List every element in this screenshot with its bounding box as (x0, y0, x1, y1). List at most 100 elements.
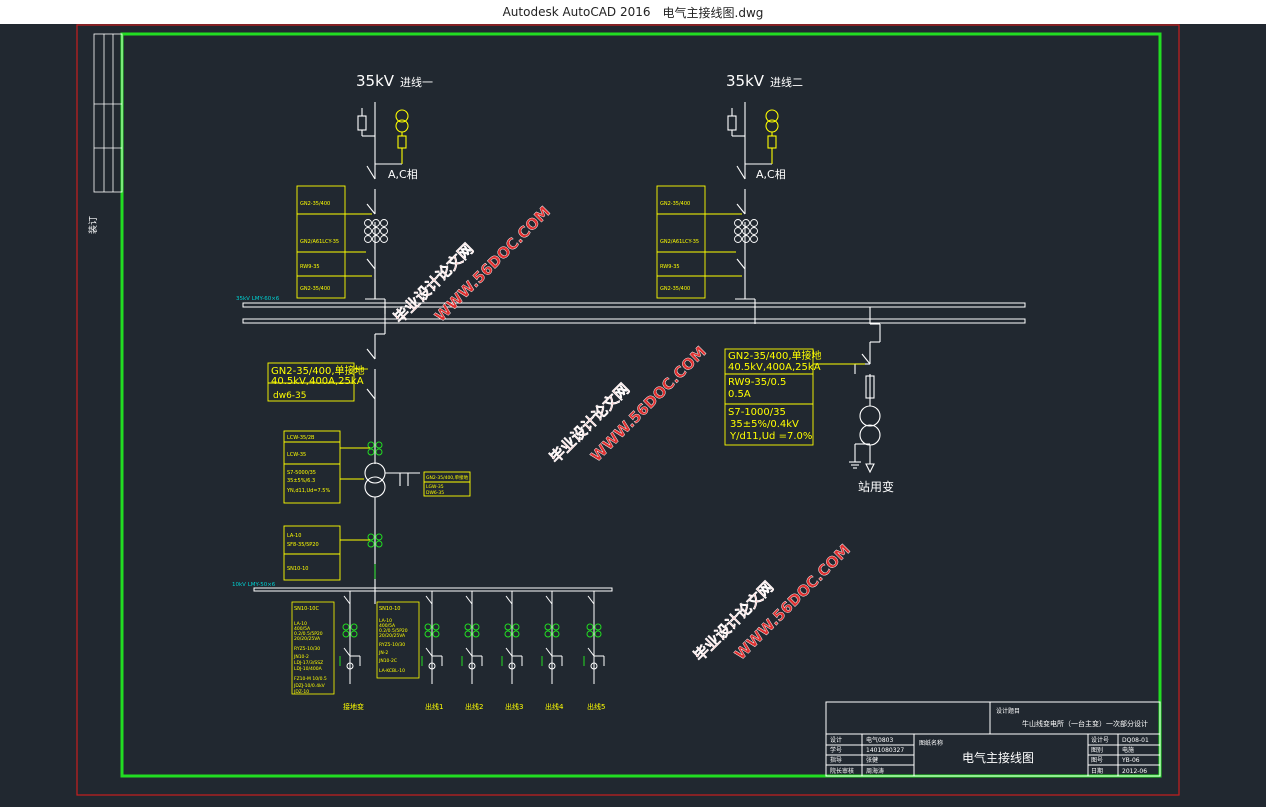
svg-text:LDJ-17/3/SSZ: LDJ-17/3/SSZ (294, 660, 323, 666)
svg-text:LCW-35: LCW-35 (287, 452, 306, 458)
svg-text:35±5%/0.4kV: 35±5%/0.4kV (730, 419, 799, 430)
svg-text:日期: 日期 (1091, 767, 1103, 775)
svg-text:学号: 学号 (830, 746, 842, 754)
svg-text:GN2/A61LCY-35: GN2/A61LCY-35 (300, 239, 339, 245)
drawing-name: 电气主接线图 (962, 750, 1034, 765)
svg-text:35±5%/6.3: 35±5%/6.3 (287, 478, 315, 484)
feeder-bay: 接地变 (339, 591, 364, 711)
feeder-bay: 出线5 (583, 591, 605, 711)
svg-text:GN2-35/400: GN2-35/400 (300, 286, 330, 292)
outer-sheet-border (76, 24, 1180, 796)
feeder-name: 接地变 (343, 702, 364, 711)
svg-text:RW9-35: RW9-35 (300, 264, 320, 270)
svg-text:电气0803: 电气0803 (866, 736, 893, 744)
svg-text:JDZJ-10/0.4kV: JDZJ-10/0.4kV (293, 683, 326, 689)
line1-phase: A,C相 (388, 168, 418, 181)
svg-text:RW9-35: RW9-35 (660, 264, 680, 270)
file-name: 电气主接线图.dwg (662, 5, 764, 20)
project-title: 牛山线变电所（一台主变）一次部分设计 (1022, 719, 1148, 728)
svg-text:院长审核: 院长审核 (830, 767, 854, 775)
svg-text:JN10-2C: JN10-2C (378, 658, 397, 664)
svg-text:GN2-35/400,单接地: GN2-35/400,单接地 (426, 474, 469, 481)
svg-text:Y/d11,Ud =7.0%: Y/d11,Ud =7.0% (729, 431, 812, 442)
svg-text:DQ08-01: DQ08-01 (1122, 737, 1149, 744)
feeder-name: 出线1 (425, 702, 443, 711)
svg-text:S7-5000/35: S7-5000/35 (287, 470, 316, 476)
station-transformer-name: 站用变 (858, 479, 894, 494)
svg-text:RYZ5-10/30: RYZ5-10/30 (294, 646, 320, 652)
bus35-label: 35kV LMY-60×6 (236, 296, 280, 302)
svg-text:指导: 指导 (830, 756, 842, 764)
svg-text:LGW-35: LGW-35 (426, 484, 444, 490)
svg-text:40.5kV,400A,25kA: 40.5kV,400A,25kA (271, 376, 364, 387)
line2-phase: A,C相 (756, 168, 786, 181)
svg-text:JDZ-10: JDZ-10 (293, 689, 309, 695)
svg-text:1401080327: 1401080327 (866, 747, 904, 754)
svg-text:S7-1000/35: S7-1000/35 (728, 407, 786, 418)
svg-text:GN2-35/400: GN2-35/400 (660, 286, 690, 292)
svg-text:LCW-35/2B: LCW-35/2B (287, 435, 315, 441)
bus-35kv[interactable]: 35kV LMY-60×6 (236, 296, 1026, 324)
svg-text:LA-KCBL-10: LA-KCBL-10 (379, 668, 405, 674)
svg-text:0.5A: 0.5A (728, 389, 751, 400)
svg-text:图别: 图别 (1091, 746, 1103, 754)
line1-name: 进线一 (400, 75, 433, 89)
cad-drawing[interactable]: 装订 35kV 进线一 A,C相 GN2-35/400 GN2/A61LCY-3… (0, 24, 1266, 807)
svg-text:电施: 电施 (1122, 746, 1134, 754)
drawing-canvas[interactable]: 装订 35kV 进线一 A,C相 GN2-35/400 GN2/A61LCY-3… (0, 24, 1266, 807)
svg-text:SN10-10: SN10-10 (379, 606, 400, 612)
svg-text:2012-06: 2012-06 (1122, 768, 1147, 775)
feeder-box-1: SN10-10C LA-10 400/5A 0.2/0.5/5P20 20/20… (291, 601, 335, 695)
svg-text:SF8-35/5P20: SF8-35/5P20 (287, 542, 319, 548)
feeder-name: 出线3 (505, 702, 523, 711)
svg-text:GN2-35/400: GN2-35/400 (660, 201, 690, 207)
feeder-bay: 出线1 (421, 591, 443, 711)
app-title: Autodesk AutoCAD 2016 (502, 5, 651, 19)
svg-text:JN10-2: JN10-2 (293, 654, 309, 660)
feeder-box-2: SN10-10 LA-10 400/5A 0.2/0.5/5P20 20/20/… (376, 601, 420, 679)
svg-text:dw6-35: dw6-35 (273, 391, 307, 401)
drawing-name-label: 图纸名称 (919, 739, 943, 747)
svg-text:20/20/25VA: 20/20/25VA (379, 633, 406, 639)
watermark-3: 毕业设计论文网 WWW.56DOC.COM (690, 540, 854, 665)
svg-text:图号: 图号 (1091, 757, 1103, 764)
watermark-1: 毕业设计论文网 WWW.56DOC.COM (390, 202, 554, 327)
svg-text:YN,d11,Ud=7.5%: YN,d11,Ud=7.5% (286, 488, 330, 494)
bus10-label: 10kV LMY-50×6 (232, 582, 276, 588)
feeder-bay: 出线4 (541, 591, 564, 711)
feeder-name: 出线5 (587, 702, 605, 711)
station-transformer-branch: GN2-35/400,单接地 40.5kV,400A,25kA RW9-35/0… (724, 307, 894, 494)
svg-text:DW6-35: DW6-35 (426, 490, 444, 496)
svg-text:GN2-35/400,单接地: GN2-35/400,单接地 (728, 349, 822, 362)
feeder-name: 出线4 (545, 702, 564, 711)
svg-text:GN2/A61LCY-35: GN2/A61LCY-35 (660, 239, 699, 245)
svg-text:设计: 设计 (830, 736, 842, 744)
line2-name: 进线二 (770, 75, 803, 89)
svg-text:40.5kV,400A,25kA: 40.5kV,400A,25kA (728, 362, 821, 373)
line2-voltage: 35kV (726, 72, 765, 90)
incoming-line-1: 35kV 进线一 A,C相 GN2-35/400 GN2/A61LCY-35 R… (296, 72, 433, 314)
svg-text:RYZ5-10/30: RYZ5-10/30 (379, 642, 405, 648)
svg-text:YB-06: YB-06 (1121, 757, 1140, 764)
feeder-name: 出线2 (465, 702, 483, 711)
line1-voltage: 35kV (356, 72, 395, 90)
svg-text:JN-2: JN-2 (378, 650, 388, 656)
incoming-line-2: 35kV 进线二 A,C相 GN2-35/400 GN2/A61LCY-35 R… (656, 72, 803, 324)
svg-text:20/20/25VA: 20/20/25VA (294, 636, 321, 642)
main-transformer-branch: GN2-35/400,单接地 40.5kV,400A,25kA dw6-35 L… (267, 307, 471, 604)
svg-text:SN10-10C: SN10-10C (294, 606, 319, 612)
svg-text:LDJ-10/400A: LDJ-10/400A (294, 666, 323, 672)
binding-tag: 装订 (87, 216, 99, 234)
bus-10kv[interactable]: 10kV LMY-50×6 (232, 582, 613, 592)
svg-text:周海涛: 周海涛 (866, 767, 884, 775)
svg-text:FZ10-M 10/0.5: FZ10-M 10/0.5 (294, 676, 327, 682)
window-titlebar: Autodesk AutoCAD 2016 电气主接线图.dwg (0, 0, 1266, 24)
title-block[interactable]: 设计题目 牛山线变电所（一台主变）一次部分设计 图纸名称 电气主接线图 设计 电… (825, 701, 1161, 777)
design-title-label: 设计题目 (996, 707, 1020, 715)
watermark-2: 毕业设计论文网 WWW.56DOC.COM (546, 342, 710, 467)
svg-text:LA-10: LA-10 (287, 533, 301, 539)
svg-text:SN10-10: SN10-10 (287, 566, 308, 572)
svg-text:设计号: 设计号 (1091, 736, 1109, 744)
feeder-bay: 出线3 (501, 591, 523, 711)
svg-text:GN2-35/400: GN2-35/400 (300, 201, 330, 207)
